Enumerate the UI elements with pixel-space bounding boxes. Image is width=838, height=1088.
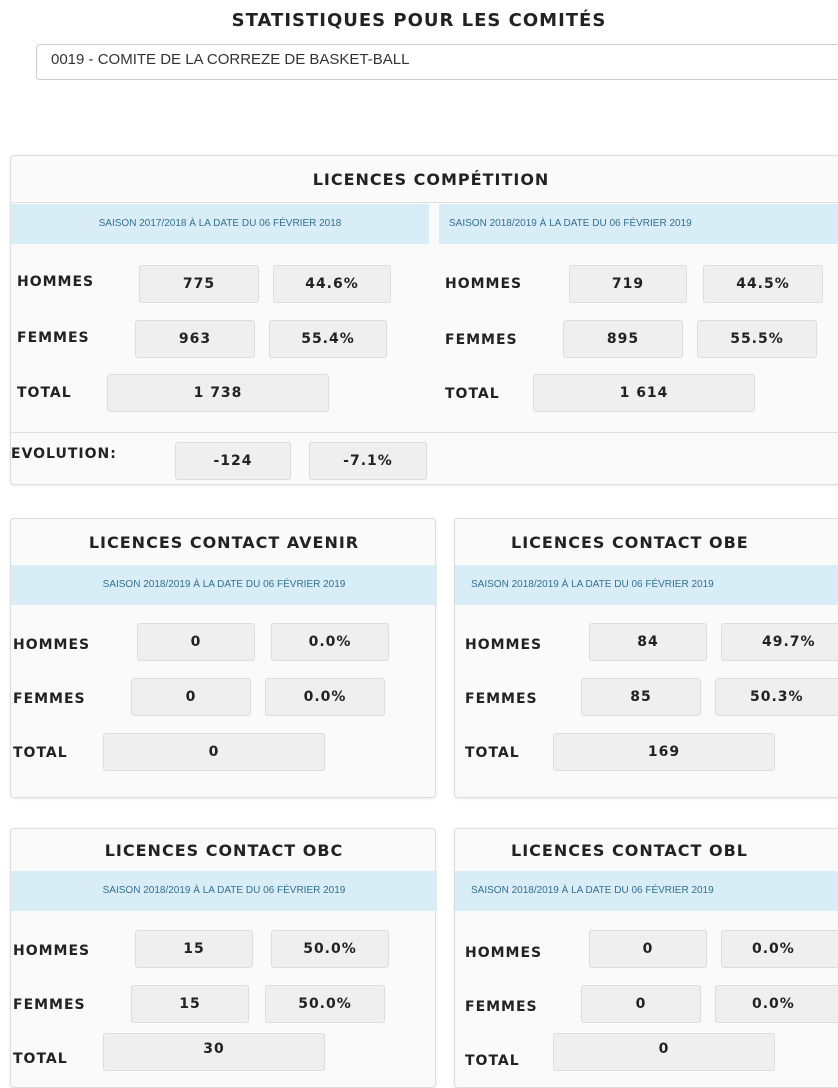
obe-title: LICENCES CONTACT OBE bbox=[511, 533, 749, 552]
avenir-title: LICENCES CONTACT AVENIR bbox=[88, 533, 360, 552]
evolution-value: -124 bbox=[175, 442, 291, 480]
obe-season-header: SAISON 2018/2019 À LA DATE DU 06 FÉVRIER… bbox=[455, 565, 838, 605]
obe-hommes-count: 84 bbox=[589, 623, 707, 661]
hommes-label: HOMMES bbox=[465, 945, 543, 961]
obc-season-header: SAISON 2018/2019 À LA DATE DU 06 FÉVRIER… bbox=[11, 871, 437, 911]
avenir-femmes-pct: 0.0% bbox=[265, 678, 385, 716]
obc-femmes-count: 15 bbox=[131, 985, 249, 1023]
obc-hommes-count: 15 bbox=[135, 930, 253, 968]
hommes-pct-2019: 44.5% bbox=[703, 265, 823, 303]
obl-femmes-count: 0 bbox=[581, 985, 701, 1023]
total-label: TOTAL bbox=[17, 385, 72, 401]
obl-title: LICENCES CONTACT OBL bbox=[511, 841, 748, 860]
obe-femmes-count: 85 bbox=[581, 678, 701, 716]
femmes-label: FEMMES bbox=[445, 332, 518, 348]
page-title: STATISTIQUES POUR LES COMITÉS bbox=[231, 10, 607, 31]
avenir-panel: LICENCES CONTACT AVENIR SAISON 2018/2019… bbox=[10, 518, 437, 798]
obc-total: 30 bbox=[103, 1033, 325, 1071]
obl-hommes-count: 0 bbox=[589, 930, 707, 968]
hommes-label: HOMMES bbox=[13, 637, 91, 653]
femmes-count-2019: 895 bbox=[563, 320, 683, 358]
hommes-pct-2018: 44.6% bbox=[273, 265, 391, 303]
hommes-count-2019: 719 bbox=[569, 265, 687, 303]
avenir-femmes-count: 0 bbox=[131, 678, 251, 716]
obc-title: LICENCES CONTACT OBC bbox=[104, 841, 344, 860]
obl-season-header: SAISON 2018/2019 À LA DATE DU 06 FÉVRIER… bbox=[455, 871, 838, 911]
divider bbox=[11, 202, 838, 203]
obl-hommes-pct: 0.0% bbox=[721, 930, 838, 968]
avenir-season-header: SAISON 2018/2019 À LA DATE DU 06 FÉVRIER… bbox=[11, 565, 437, 605]
competition-title: LICENCES COMPÉTITION bbox=[312, 170, 550, 189]
season-2017-2018-header: SAISON 2017/2018 À LA DATE DU 06 FÉVRIER… bbox=[11, 204, 429, 244]
obc-hommes-pct: 50.0% bbox=[271, 930, 389, 968]
season-2018-2019-header: SAISON 2018/2019 À LA DATE DU 06 FÉVRIER… bbox=[439, 204, 838, 244]
total-label: TOTAL bbox=[13, 745, 68, 761]
divider bbox=[11, 432, 838, 433]
femmes-label: FEMMES bbox=[465, 691, 538, 707]
avenir-total: 0 bbox=[103, 733, 325, 771]
competition-panel: LICENCES COMPÉTITION SAISON 2017/2018 À … bbox=[10, 155, 838, 485]
hommes-count-2018: 775 bbox=[139, 265, 259, 303]
evolution-pct: -7.1% bbox=[309, 442, 427, 480]
total-label: TOTAL bbox=[465, 745, 520, 761]
obe-total: 169 bbox=[553, 733, 775, 771]
obl-total: 0 bbox=[553, 1033, 775, 1071]
avenir-hommes-pct: 0.0% bbox=[271, 623, 389, 661]
hommes-label: HOMMES bbox=[465, 637, 543, 653]
total-2019: 1 614 bbox=[533, 374, 755, 412]
total-2018: 1 738 bbox=[107, 374, 329, 412]
total-label: TOTAL bbox=[445, 386, 500, 402]
femmes-label: FEMMES bbox=[17, 330, 90, 346]
obl-panel: LICENCES CONTACT OBL SAISON 2018/2019 À … bbox=[454, 828, 838, 1088]
obc-panel: LICENCES CONTACT OBC SAISON 2018/2019 À … bbox=[10, 828, 437, 1088]
obc-femmes-pct: 50.0% bbox=[265, 985, 385, 1023]
avenir-hommes-count: 0 bbox=[137, 623, 255, 661]
femmes-pct-2019: 55.5% bbox=[697, 320, 817, 358]
femmes-count-2018: 963 bbox=[135, 320, 255, 358]
femmes-label: FEMMES bbox=[465, 999, 538, 1015]
femmes-pct-2018: 55.4% bbox=[269, 320, 387, 358]
hommes-label: HOMMES bbox=[13, 943, 91, 959]
femmes-label: FEMMES bbox=[13, 997, 86, 1013]
obl-femmes-pct: 0.0% bbox=[715, 985, 838, 1023]
obe-panel: LICENCES CONTACT OBE SAISON 2018/2019 À … bbox=[454, 518, 838, 798]
hommes-label: HOMMES bbox=[17, 274, 95, 290]
committee-select[interactable]: 0019 - COMITE DE LA CORREZE DE BASKET-BA… bbox=[36, 44, 838, 80]
total-label: TOTAL bbox=[465, 1053, 520, 1069]
evolution-label: EVOLUTION: bbox=[11, 446, 117, 462]
hommes-label: HOMMES bbox=[445, 276, 523, 292]
femmes-label: FEMMES bbox=[13, 691, 86, 707]
obe-hommes-pct: 49.7% bbox=[721, 623, 838, 661]
obe-femmes-pct: 50.3% bbox=[715, 678, 838, 716]
total-label: TOTAL bbox=[13, 1051, 68, 1067]
